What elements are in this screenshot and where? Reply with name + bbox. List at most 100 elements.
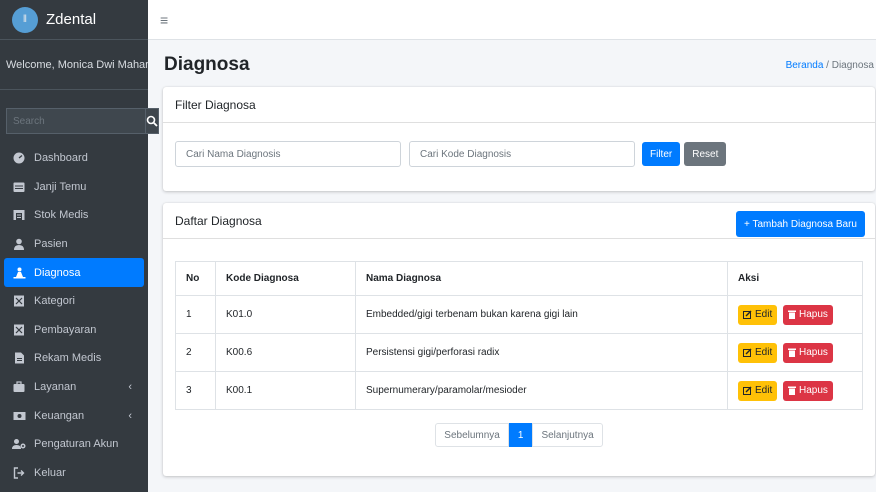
sidebar-item-pasien[interactable]: Pasien (0, 230, 144, 259)
brand-link[interactable]: ǁ Zdental (0, 0, 148, 40)
edit-button[interactable]: Edit (738, 380, 778, 401)
pagination-next[interactable]: Selanjutnya (532, 423, 603, 447)
sidebar-search-input[interactable] (6, 108, 145, 134)
cell-no: 2 (175, 333, 216, 372)
delete-button[interactable]: Hapus (783, 380, 833, 401)
sidebar-item-kategori[interactable]: Kategori (0, 287, 144, 316)
sidebar-item-keluar[interactable]: Keluar (0, 459, 144, 488)
sidebar-item-label: Layanan (34, 381, 77, 394)
cell-no: 1 (175, 295, 216, 334)
briefcase-icon (12, 380, 26, 394)
column-header-aksi: Aksi (727, 261, 863, 296)
delete-button[interactable]: Hapus (783, 342, 833, 363)
sidebar-search (6, 108, 159, 134)
edit-icon (743, 348, 752, 357)
cell-actions: Edit Hapus (727, 371, 863, 410)
sidebar-item-stok-medis[interactable]: Stok Medis (0, 201, 144, 230)
sign-out-icon (12, 466, 26, 480)
chevron-left-icon: ‹ (128, 381, 132, 394)
sidebar-item-label: Pembayaran (34, 323, 97, 336)
sidebar-item-label: Pengaturan Akun (34, 438, 119, 451)
filter-card: Filter Diagnosa Filter Reset (163, 87, 875, 191)
diagnosis-name-search-input[interactable] (175, 141, 401, 167)
cell-actions: Edit Hapus (727, 295, 863, 334)
sidebar-item-label: Kategori (34, 295, 75, 308)
column-header-kode: Kode Diagnosa (215, 261, 356, 296)
diagnose-icon (12, 266, 26, 280)
sidebar-item-label: Diagnosa (34, 266, 81, 279)
diagnosis-code-search-input[interactable] (409, 141, 635, 167)
breadcrumb-current: Diagnosa (831, 60, 874, 71)
sidebar-item-rekam-medis[interactable]: Rekam Medis (0, 344, 144, 373)
tag-icon (12, 294, 26, 308)
filter-form: Filter Reset (163, 123, 875, 185)
column-header-nama: Nama Diagnosa (355, 261, 728, 296)
table-row: 3 K00.1 Supernumerary/paramolar/mesioder… (175, 371, 863, 410)
cell-code: K01.0 (215, 295, 356, 334)
cell-no: 3 (175, 371, 216, 410)
brand-logo-icon: ǁ (12, 6, 38, 33)
delete-label: Hapus (799, 347, 828, 358)
breadcrumb: Beranda / Diagnosa (786, 60, 874, 71)
diagnosis-table: No Kode Diagnosa Nama Diagnosa Aksi 1 K0… (175, 261, 863, 410)
search-icon (146, 115, 158, 127)
cell-name: Embedded/gigi terbenam bukan karena gigi… (355, 295, 728, 334)
cell-code: K00.6 (215, 333, 356, 372)
edit-label: Edit (755, 385, 773, 396)
breadcrumb-home-link[interactable]: Beranda (786, 60, 824, 71)
diagnosis-list-card: Daftar Diagnosa + Tambah Diagnosa Baru N… (163, 203, 875, 476)
delete-label: Hapus (799, 309, 828, 320)
sidebar-item-label: Keuangan (34, 409, 85, 422)
pagination-prev[interactable]: Sebelumnya (435, 423, 509, 447)
delete-button[interactable]: Hapus (783, 304, 833, 325)
cell-code: K00.1 (215, 371, 356, 410)
edit-button[interactable]: Edit (738, 342, 778, 363)
trash-icon (788, 310, 797, 319)
sidebar-nav: Dashboard Janji Temu Stok Medis Pasien D… (0, 144, 148, 487)
page-title: Diagnosa (164, 54, 250, 75)
sidebar-item-dashboard[interactable]: Dashboard (0, 144, 144, 173)
menu-toggle-icon[interactable]: ≡ (160, 12, 168, 28)
chevron-left-icon: ‹ (128, 409, 132, 422)
tachometer-icon (12, 151, 26, 165)
file-icon (12, 351, 26, 365)
sidebar-search-button[interactable] (145, 108, 159, 134)
edit-button[interactable]: Edit (738, 304, 778, 325)
sidebar: ǁ Zdental Welcome, Monica Dwi Maharani D… (0, 0, 159, 492)
welcome-text: Welcome, Monica Dwi Maharani (6, 58, 148, 71)
filter-button[interactable]: Filter (642, 142, 681, 166)
trash-icon (788, 348, 797, 357)
pagination-page-1[interactable]: 1 (508, 423, 533, 447)
money-icon (12, 409, 26, 423)
edit-icon (743, 310, 752, 319)
sidebar-item-label: Pasien (34, 238, 68, 251)
payment-icon (12, 323, 26, 337)
user-panel[interactable]: Welcome, Monica Dwi Maharani (0, 40, 148, 90)
column-header-no: No (175, 261, 216, 296)
edit-icon (743, 386, 752, 395)
warehouse-icon (12, 208, 26, 222)
pagination: Sebelumnya 1 Selanjutnya (163, 423, 875, 447)
sidebar-item-janji-temu[interactable]: Janji Temu (0, 173, 144, 202)
add-diagnosis-button[interactable]: + Tambah Diagnosa Baru (736, 211, 865, 237)
user-icon (12, 237, 26, 251)
table-row: 2 K00.6 Persistensi gigi/perforasi radix… (175, 333, 863, 372)
users-cog-icon (12, 437, 26, 451)
table-row: 1 K01.0 Embedded/gigi terbenam bukan kar… (175, 295, 863, 334)
sidebar-item-layanan[interactable]: Layanan ‹ (0, 373, 144, 402)
filter-card-header: Filter Diagnosa (163, 87, 875, 123)
list-card-title: Daftar Diagnosa (175, 213, 262, 228)
sidebar-item-pembayaran[interactable]: Pembayaran (0, 316, 144, 345)
trash-icon (788, 386, 797, 395)
cell-actions: Edit Hapus (727, 333, 863, 372)
top-navbar: ≡ (148, 0, 876, 40)
edit-label: Edit (755, 309, 773, 320)
reset-button[interactable]: Reset (684, 142, 727, 166)
sidebar-item-label: Rekam Medis (34, 352, 102, 365)
delete-label: Hapus (799, 385, 828, 396)
sidebar-item-keuangan[interactable]: Keuangan ‹ (0, 401, 144, 430)
sidebar-item-label: Stok Medis (34, 209, 89, 222)
sidebar-item-label: Janji Temu (34, 180, 87, 193)
sidebar-item-pengaturan-akun[interactable]: Pengaturan Akun (0, 430, 144, 459)
sidebar-item-diagnosa[interactable]: Diagnosa (4, 258, 144, 287)
